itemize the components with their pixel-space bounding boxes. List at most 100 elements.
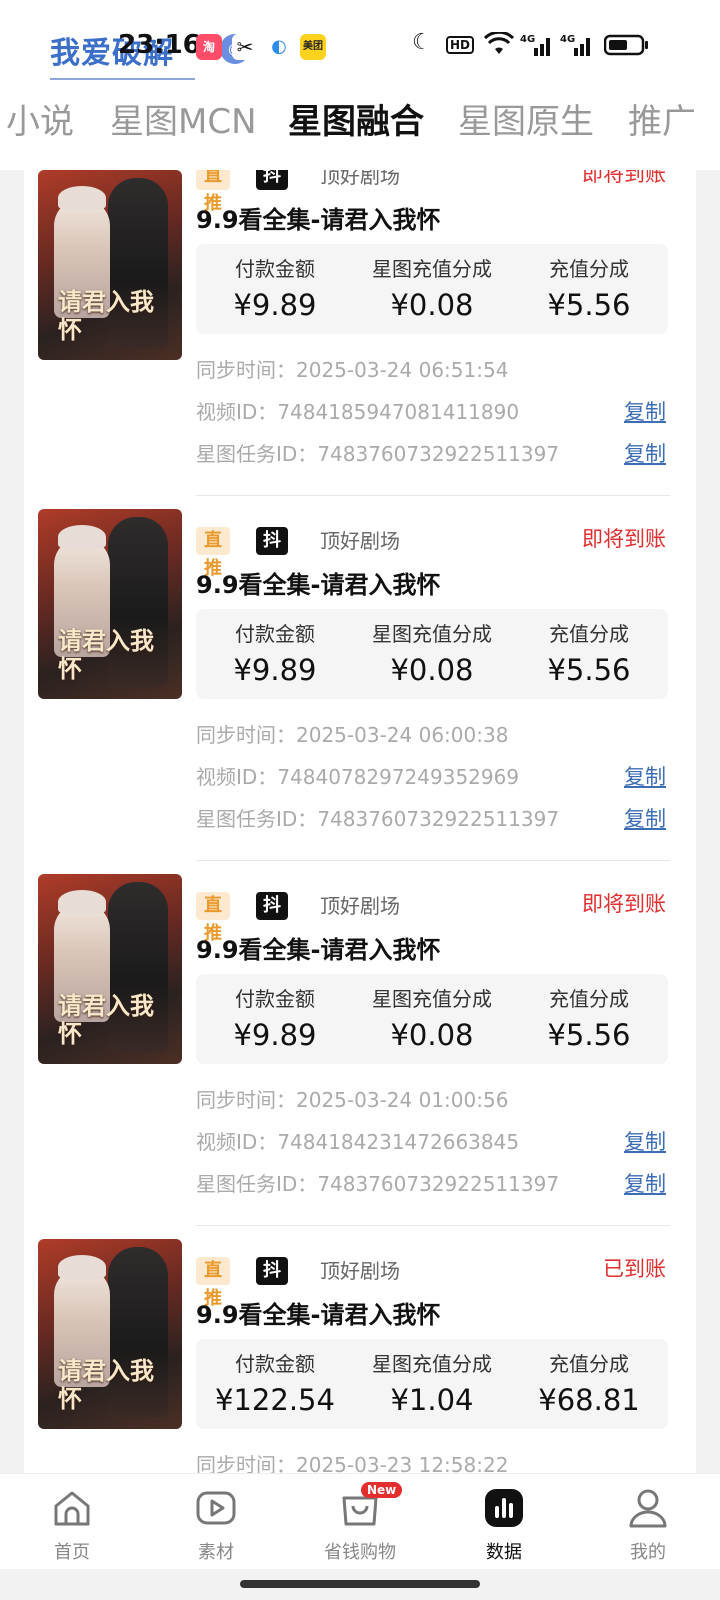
stats-panel: 付款金额 ¥9.89 星图充值分成 ¥0.08 充值分成 ¥5.56 xyxy=(196,244,668,334)
source-label: 顶好剧场 xyxy=(320,894,400,918)
stat-label: 付款金额 xyxy=(235,257,315,281)
source-label: 顶好剧场 xyxy=(320,1259,400,1283)
status-label: 即将到账 xyxy=(582,170,666,186)
top-tab-bar: 小说 星图MCN 星图融合 星图原生 推广 xyxy=(0,90,720,170)
nav-label: 数据 xyxy=(486,1542,522,1563)
nav-label: 我的 xyxy=(630,1542,666,1563)
douyin-badge: 抖音 xyxy=(256,1257,288,1309)
cover-title-art: 请君入我怀 xyxy=(58,991,154,1048)
item-title: 9.9看全集-请君入我怀 xyxy=(196,936,441,964)
task-id-label: 星图任务ID： xyxy=(196,442,318,466)
list-item[interactable]: 请君入我怀 直推 抖音 顶好剧场 即将到账 9.9看全集-请君入我怀 付款金额 … xyxy=(24,874,696,1256)
stats-panel: 付款金额 ¥122.54 星图充值分成 ¥1.04 充值分成 ¥68.81 xyxy=(196,1339,668,1429)
hd-icon: HD xyxy=(446,36,475,54)
item-title: 9.9看全集-请君入我怀 xyxy=(196,571,441,599)
copy-video-id-button[interactable]: 复制 xyxy=(624,763,666,791)
moon-icon: ☾ xyxy=(412,30,432,55)
recommend-badge: 直推 xyxy=(196,170,230,214)
stat-xingtu-share: 星图充值分成 ¥0.08 xyxy=(353,984,511,1056)
task-id-label: 星图任务ID： xyxy=(196,1172,318,1196)
nav-shopping[interactable]: New 省钱购物 xyxy=(315,1482,405,1564)
recommend-badge: 直推 xyxy=(196,527,230,579)
cover-title-art: 请君入我怀 xyxy=(58,1356,154,1413)
status-label: 即将到账 xyxy=(582,892,666,916)
play-icon xyxy=(196,1491,236,1525)
nav-label: 素材 xyxy=(198,1542,234,1563)
home-indicator[interactable] xyxy=(240,1580,480,1588)
sync-time: 2025-03-23 12:58:22 xyxy=(296,1453,509,1473)
video-id-label: 视频ID： xyxy=(196,400,278,424)
stat-label: 付款金额 xyxy=(235,622,315,646)
signal-4g-icon: 4G xyxy=(520,34,550,56)
tab-xingtu-fusion[interactable]: 星图融合 xyxy=(288,94,424,143)
stat-xingtu-share: 星图充值分成 ¥1.04 xyxy=(353,1349,511,1421)
item-divider xyxy=(196,1225,670,1226)
copy-task-id-button[interactable]: 复制 xyxy=(624,805,666,833)
stat-value: ¥0.08 xyxy=(390,653,474,687)
stat-value: ¥9.89 xyxy=(233,288,317,322)
chart-icon xyxy=(485,1489,523,1527)
drama-cover-image: 请君入我怀 xyxy=(38,874,182,1064)
drama-cover-image: 请君入我怀 xyxy=(38,509,182,699)
list-item[interactable]: 请君入我怀 直推 抖音 顶好剧场 即将到账 9.9看全集-请君入我怀 付款金额 … xyxy=(24,170,696,526)
drama-cover-image: 请君入我怀 xyxy=(38,170,182,360)
task-id-label: 星图任务ID： xyxy=(196,807,318,831)
stat-label: 付款金额 xyxy=(235,987,315,1011)
stats-panel: 付款金额 ¥9.89 星图充值分成 ¥0.08 充值分成 ¥5.56 xyxy=(196,609,668,699)
list-item[interactable]: 请君入我怀 直推 抖音 顶好剧场 即将到账 9.9看全集-请君入我怀 付款金额 … xyxy=(24,509,696,891)
stat-value: ¥0.08 xyxy=(390,1018,474,1052)
stat-xingtu-share: 星图充值分成 ¥0.08 xyxy=(353,254,511,326)
svg-text:4G: 4G xyxy=(520,34,535,45)
taobao-icon: 淘 xyxy=(196,34,222,60)
stat-value: ¥9.89 xyxy=(233,653,317,687)
stat-recharge-share: 充值分成 ¥68.81 xyxy=(510,1349,668,1421)
copy-video-id-button[interactable]: 复制 xyxy=(624,1128,666,1156)
tab-xingtu-mcn[interactable]: 星图MCN xyxy=(110,94,257,143)
list-item[interactable]: 请君入我怀 直推 抖音 顶好剧场 已到账 9.9看全集-请君入我怀 付款金额 ¥… xyxy=(24,1239,696,1473)
stat-value: ¥122.54 xyxy=(215,1383,335,1417)
nav-materials[interactable]: 素材 xyxy=(171,1486,261,1564)
nav-label: 省钱购物 xyxy=(324,1542,396,1563)
stat-value: ¥5.56 xyxy=(547,288,631,322)
sync-label: 同步时间： xyxy=(196,358,296,382)
status-label: 已到账 xyxy=(603,1257,666,1281)
task-id-row: 星图任务ID：7483760732922511397 xyxy=(196,805,559,833)
task-id-row: 星图任务ID：7483760732922511397 xyxy=(196,1170,559,1198)
stat-xingtu-share: 星图充值分成 ¥0.08 xyxy=(353,619,511,691)
nav-profile[interactable]: 我的 xyxy=(603,1486,693,1564)
wifi-icon xyxy=(484,32,514,54)
video-id: 7484184231472663845 xyxy=(277,1130,520,1154)
copy-task-id-button[interactable]: 复制 xyxy=(624,440,666,468)
new-badge: New xyxy=(361,1482,403,1498)
video-id: 7484185947081411890 xyxy=(277,400,520,424)
copy-video-id-button[interactable]: 复制 xyxy=(624,398,666,426)
meituan-icon: 美团 xyxy=(300,34,326,60)
user-icon xyxy=(629,1489,667,1528)
stat-label: 充值分成 xyxy=(549,622,629,646)
item-title: 9.9看全集-请君入我怀 xyxy=(196,206,441,234)
stat-value: ¥5.56 xyxy=(547,1018,631,1052)
copy-task-id-button[interactable]: 复制 xyxy=(624,1170,666,1198)
tab-novel[interactable]: 小说 xyxy=(6,94,74,143)
battery-icon xyxy=(604,34,648,56)
tab-xingtu-native[interactable]: 星图原生 xyxy=(458,94,594,143)
task-id-row: 星图任务ID：7483760732922511397 xyxy=(196,440,559,468)
stat-value: ¥5.56 xyxy=(547,653,631,687)
drama-cover-image: 请君入我怀 xyxy=(38,1239,182,1429)
video-id-row: 视频ID：7484184231472663845 xyxy=(196,1128,519,1156)
video-id-row: 视频ID：7484185947081411890 xyxy=(196,398,519,426)
stat-label: 付款金额 xyxy=(235,1352,315,1376)
sync-time-row: 同步时间：2025-03-23 12:58:22 xyxy=(196,1451,508,1473)
stat-payment: 付款金额 ¥9.89 xyxy=(196,984,354,1056)
signal-4g-icon-2: 4G xyxy=(560,34,590,56)
stat-recharge-share: 充值分成 ¥5.56 xyxy=(510,619,668,691)
tab-promotion[interactable]: 推广 xyxy=(628,94,696,143)
nav-home[interactable]: 首页 xyxy=(27,1486,117,1564)
nav-data[interactable]: 数据 xyxy=(459,1486,549,1564)
sync-time: 2025-03-24 06:51:54 xyxy=(296,358,509,382)
source-label: 顶好剧场 xyxy=(320,529,400,553)
douyin-badge: 抖音 xyxy=(256,170,288,214)
task-id: 7483760732922511397 xyxy=(317,1172,560,1196)
status-time: 23:16 xyxy=(118,30,201,60)
sync-time-row: 同步时间：2025-03-24 06:51:54 xyxy=(196,356,508,384)
